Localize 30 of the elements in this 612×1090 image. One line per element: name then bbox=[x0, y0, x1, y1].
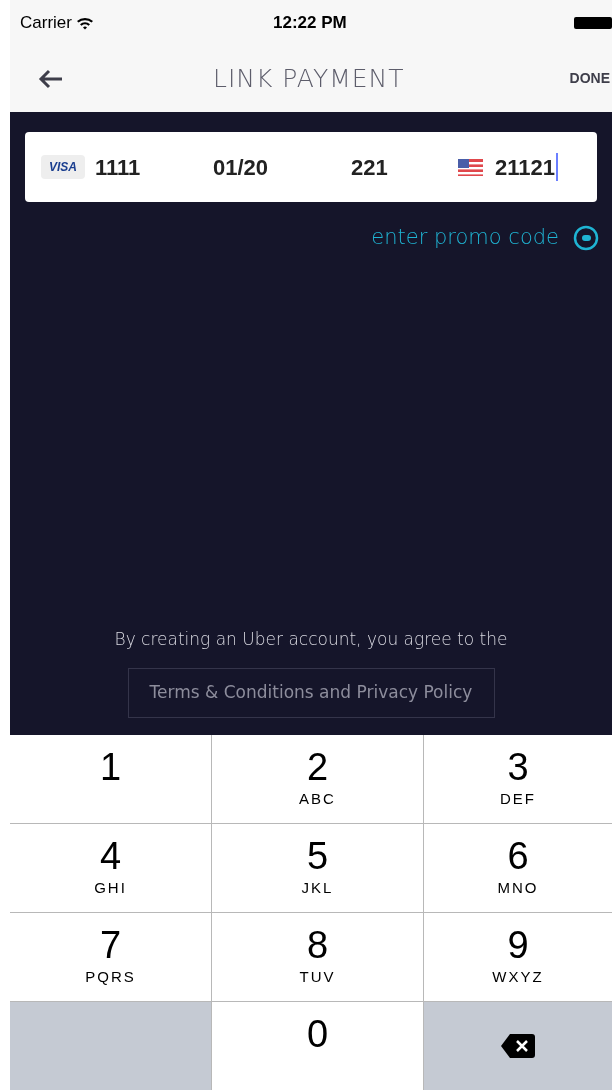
carrier-label: Carrier bbox=[20, 11, 72, 34]
back-arrow-icon[interactable] bbox=[38, 68, 64, 89]
wifi-icon bbox=[75, 15, 94, 30]
keypad-key[interactable]: 0 bbox=[212, 1002, 423, 1090]
zip-code: 21121 bbox=[495, 153, 555, 182]
keypad-key[interactable]: 2 ABC bbox=[212, 735, 423, 823]
keypad-key[interactable]: 7 PQRS bbox=[10, 913, 211, 1001]
keypad-key[interactable]: 1 bbox=[10, 735, 211, 823]
agreement-text: By creating an Uber account, you agree to the bbox=[114, 627, 508, 651]
done-button[interactable]: DONE bbox=[569, 68, 612, 89]
promo-code-link[interactable]: enter promo code bbox=[371, 222, 559, 254]
expiry-date: 01/20 bbox=[213, 153, 270, 182]
keypad-key[interactable]: 3 DEF bbox=[424, 735, 612, 823]
keypad-key[interactable]: 6 MNO bbox=[424, 824, 612, 912]
keypad-key[interactable]: 8 TUV bbox=[212, 913, 423, 1001]
flag-icon bbox=[458, 158, 483, 176]
delete-key[interactable] bbox=[424, 1002, 612, 1090]
backspace-icon bbox=[500, 1033, 536, 1059]
card-brand-logo: VISA bbox=[41, 155, 85, 179]
security-code: 221 bbox=[351, 153, 389, 182]
keypad-key[interactable]: 4 GHI bbox=[10, 824, 211, 912]
card-field[interactable]: VISA 1111 01/20 221 21121 bbox=[25, 132, 597, 202]
status-time: 12:22 PM bbox=[273, 11, 347, 34]
card-number: 1111 bbox=[95, 153, 142, 182]
page-title: LINK PAYMENT bbox=[213, 62, 405, 95]
keypad-key[interactable]: 9 WXYZ bbox=[424, 913, 612, 1001]
terms-link[interactable]: Terms & Conditions and Privacy Policy bbox=[127, 668, 495, 718]
keypad-key[interactable]: 5 JKL bbox=[212, 824, 423, 912]
toggle-icon[interactable] bbox=[573, 224, 599, 251]
battery-icon bbox=[574, 15, 612, 30]
